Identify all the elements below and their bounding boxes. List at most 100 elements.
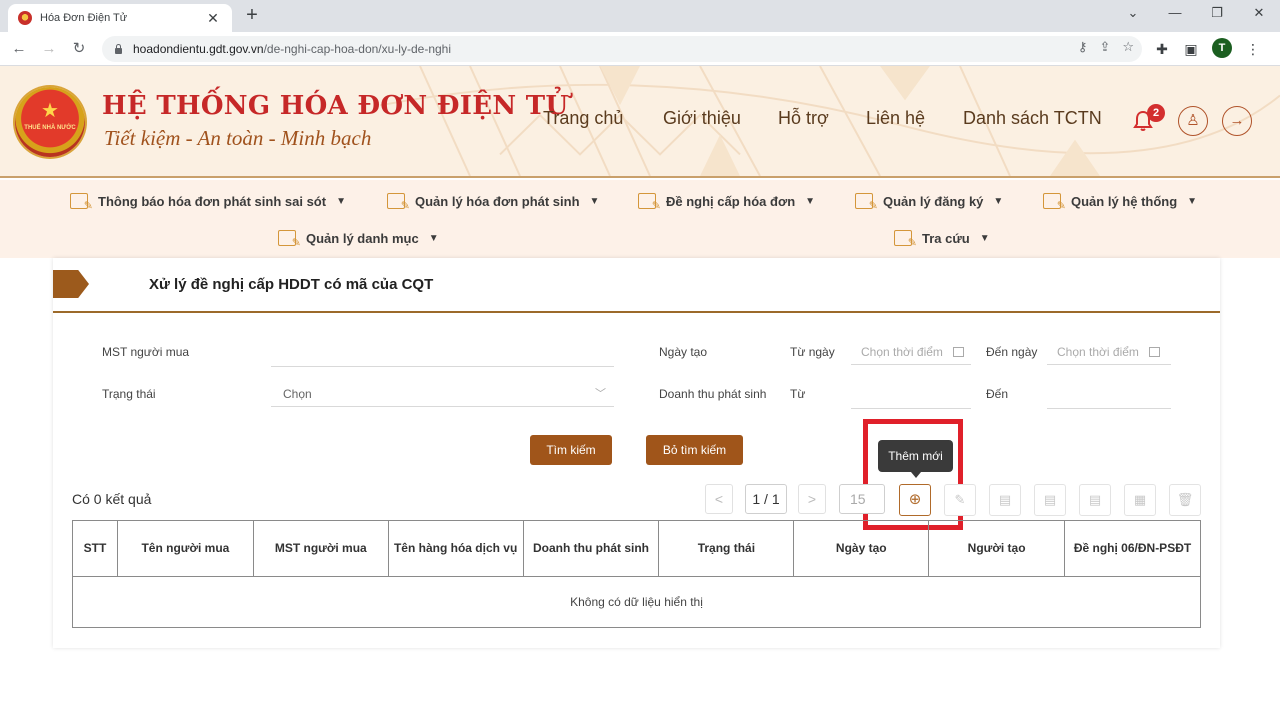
nav-home[interactable]: Trang chủ <box>543 108 623 129</box>
delete-trash-icon[interactable]: 🗑 <box>1169 484 1201 516</box>
menu-system-management[interactable]: Quản lý hệ thống ▼ <box>1043 193 1198 212</box>
password-key-icon[interactable]: ⚷ <box>1078 39 1088 55</box>
col-status: Trạng thái <box>658 520 795 577</box>
main-menu: Thông báo hóa đơn phát sinh sai sót ▼ Qu… <box>0 180 1280 258</box>
send-doc-icon[interactable]: ▤ <box>1079 484 1111 516</box>
col-created-date: Ngày tạo <box>793 520 930 577</box>
menu-label: Thông báo hóa đơn phát sinh sai sót <box>98 193 327 209</box>
window-controls: ⌄ — ❐ ✕ <box>1112 0 1280 32</box>
back-icon[interactable]: ← <box>8 39 30 61</box>
menu-catalog-management[interactable]: Quản lý danh mục ▼ <box>278 230 439 249</box>
title-flag-icon <box>53 270 89 298</box>
search-button[interactable]: Tìm kiếm <box>530 435 612 465</box>
from-date-picker[interactable]: Chọn thời điểm <box>851 339 971 365</box>
url-input[interactable]: hoadondientu.gdt.gov.vn/de-nghi-cap-hoa-… <box>102 36 1142 62</box>
menu-label: Quản lý đăng ký <box>883 193 984 209</box>
edit-doc-icon <box>387 193 410 212</box>
edit-icon[interactable]: ✎ <box>944 484 976 516</box>
nav-tctn-list[interactable]: Danh sách TCTN <box>963 108 1102 129</box>
star-icon: ★ <box>41 100 59 122</box>
menu-issued-invoice-management[interactable]: Quản lý hóa đơn phát sinh ▼ <box>387 193 600 212</box>
date-placeholder: Chọn thời điểm <box>1057 345 1139 359</box>
to-date-picker[interactable]: Chọn thời điểm <box>1047 339 1171 365</box>
copy-doc-icon[interactable]: ▦ <box>1124 484 1156 516</box>
clear-search-button[interactable]: Bỏ tìm kiếm <box>646 435 743 465</box>
card-header: Xử lý đề nghị cấp HDDT có mã của CQT <box>53 258 1220 313</box>
add-new-icon[interactable]: ⊕ <box>899 484 931 516</box>
omnibox-actions: ⚷ ⇪ ☆ <box>1078 39 1134 55</box>
site-title: HỆ THỐNG HÓA ĐƠN ĐIỆN TỬ <box>102 91 569 121</box>
menu-registration-management[interactable]: Quản lý đăng ký ▼ <box>855 193 1004 212</box>
close-window-icon[interactable]: ✕ <box>1238 0 1280 28</box>
tab-search-icon[interactable]: ⌄ <box>1112 0 1154 28</box>
menu-error-invoice-notice[interactable]: Thông báo hóa đơn phát sinh sai sót ▼ <box>70 193 346 212</box>
col-buyer-name: Tên người mua <box>116 520 254 577</box>
caret-down-icon: ▼ <box>1187 195 1198 207</box>
revenue-to-label: Đến <box>986 387 1009 401</box>
profile-avatar[interactable]: T <box>1212 38 1232 58</box>
revenue-to-input[interactable] <box>1047 383 1171 409</box>
caret-down-icon: ▼ <box>993 195 1004 207</box>
restore-icon[interactable]: ❐ <box>1196 0 1238 28</box>
caret-down-icon: ▼ <box>589 195 600 207</box>
search-doc-icon[interactable]: ▤ <box>1034 484 1066 516</box>
view-doc-icon[interactable]: ▤ <box>989 484 1021 516</box>
col-creator: Người tạo <box>928 520 1066 577</box>
prev-page-icon[interactable]: < <box>705 484 733 514</box>
revenue-label: Doanh thu phát sinh <box>659 387 767 401</box>
status-label: Trạng thái <box>102 387 156 401</box>
emblem-text: THUẾ NHÀ NƯỚC <box>24 125 76 131</box>
caret-down-icon: ▼ <box>428 232 439 244</box>
calendar-icon <box>1147 339 1160 365</box>
menu-label: Tra cứu <box>922 230 970 246</box>
page-indicator: 1 / 1 <box>745 484 787 514</box>
col-revenue: Doanh thu phát sinh <box>522 520 660 577</box>
to-date-label: Đến ngày <box>986 345 1038 359</box>
extensions-puzzle-icon[interactable]: ✚ <box>1152 39 1172 59</box>
result-count: Có 0 kết quả <box>72 491 152 507</box>
col-request-form: Đề nghị 06/ĐN-PSĐT <box>1064 520 1201 577</box>
logout-arrow-icon[interactable]: → <box>1222 106 1252 136</box>
edit-doc-icon <box>855 193 878 212</box>
calendar-icon <box>951 339 964 365</box>
menu-invoice-request[interactable]: Đề nghị cấp hóa đơn ▼ <box>638 193 815 212</box>
revenue-from-input[interactable] <box>851 383 971 409</box>
notification-badge: 2 <box>1147 104 1165 122</box>
browser-tabbar: Hóa Đơn Điện Tử ✕ + ⌄ — ❐ ✕ <box>0 0 1280 32</box>
close-tab-icon[interactable]: ✕ <box>204 10 222 27</box>
page-size-select[interactable]: 15 <box>839 484 885 514</box>
browser-tab[interactable]: Hóa Đơn Điện Tử ✕ <box>8 4 232 32</box>
edit-doc-icon <box>1043 193 1066 212</box>
tab-title: Hóa Đơn Điện Tử <box>40 12 128 24</box>
status-select[interactable]: Chọn ﹀ <box>271 381 614 407</box>
bookmark-star-icon[interactable]: ☆ <box>1122 39 1134 55</box>
next-page-icon[interactable]: > <box>798 484 826 514</box>
created-date-label: Ngày tạo <box>659 345 708 359</box>
menu-lookup[interactable]: Tra cứu ▼ <box>894 230 990 249</box>
reload-icon[interactable]: ↻ <box>68 39 90 61</box>
col-buyer-tax: MST người mua <box>252 520 389 577</box>
edit-doc-icon <box>894 230 917 249</box>
nav-about[interactable]: Giới thiệu <box>663 108 741 129</box>
page-title: Xử lý đề nghị cấp HDDT có mã của CQT <box>149 276 434 293</box>
buyer-tax-input[interactable] <box>271 341 614 367</box>
nav-support[interactable]: Hỗ trợ <box>778 108 829 129</box>
browser-menu-icon[interactable]: ⋮ <box>1243 39 1263 59</box>
caret-down-icon: ▼ <box>979 232 990 244</box>
new-tab-button[interactable]: + <box>240 4 264 28</box>
share-icon[interactable]: ⇪ <box>1099 39 1110 55</box>
address-bar: ← → ↻ hoadondientu.gdt.gov.vn/de-nghi-ca… <box>0 32 1280 66</box>
tax-emblem-logo: ★ THUẾ NHÀ NƯỚC <box>15 87 85 157</box>
page-size-value: 15 <box>850 491 866 507</box>
minimize-icon[interactable]: — <box>1154 0 1196 28</box>
forward-icon[interactable]: → <box>38 39 60 61</box>
menu-label: Quản lý hóa đơn phát sinh <box>415 193 580 209</box>
menu-label: Quản lý danh mục <box>306 230 419 246</box>
site-favicon-icon <box>18 11 32 25</box>
side-panel-icon[interactable]: ▣ <box>1181 39 1201 59</box>
buyer-tax-label: MST người mua <box>102 345 190 359</box>
lock-icon <box>114 44 123 54</box>
from-date-label: Từ ngày <box>790 345 835 359</box>
nav-contact[interactable]: Liên hệ <box>866 108 925 129</box>
user-account-icon[interactable]: ♙ <box>1178 106 1208 136</box>
